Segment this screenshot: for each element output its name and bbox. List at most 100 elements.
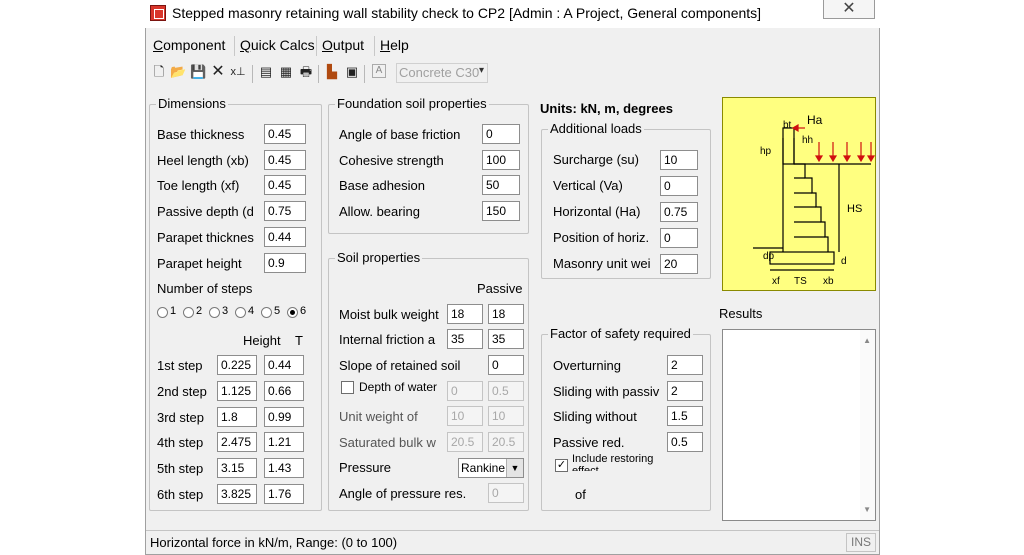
slope-retained-soil-input[interactable] <box>488 355 524 375</box>
internal-friction-passive-input[interactable] <box>488 329 524 349</box>
menu-component[interactable]: Component <box>153 37 225 53</box>
app-icon <box>150 5 166 21</box>
steps-radio-5[interactable] <box>261 307 272 318</box>
step-6-t-input[interactable] <box>264 484 304 504</box>
step-1-t-input[interactable] <box>264 355 304 375</box>
depth-of-water-passive-input[interactable] <box>488 381 524 401</box>
hh-label: hh <box>802 135 813 146</box>
internal-friction-input[interactable] <box>447 329 483 349</box>
results-scrollbar[interactable]: ▲ ▼ <box>860 330 875 520</box>
menu-output[interactable]: Output <box>322 37 364 53</box>
step-3-t-input[interactable] <box>264 407 304 427</box>
unit-weight-water-input[interactable] <box>447 406 483 426</box>
status-text: Horizontal force in kN/m, Range: (0 to 1… <box>150 535 398 550</box>
overturning-label: Overturning <box>553 358 621 373</box>
heel-length-input[interactable] <box>264 150 306 170</box>
toe-length-input[interactable] <box>264 175 306 195</box>
moist-bulk-weight-input[interactable] <box>447 304 483 324</box>
step-1-height-input[interactable] <box>217 355 257 375</box>
hs-label: HS <box>847 203 862 215</box>
unit-weight-water-passive-input[interactable] <box>488 406 524 426</box>
sliding-passive-input[interactable] <box>667 381 703 401</box>
step-2-height-input[interactable] <box>217 381 257 401</box>
units-label: Units: kN, m, degrees <box>540 101 673 116</box>
report-icon[interactable]: ▦ <box>278 64 294 80</box>
close-button[interactable]: ✕ <box>823 0 875 19</box>
pressure-label: Pressure <box>339 460 392 475</box>
steps-radio-6[interactable] <box>287 307 298 318</box>
base-adhesion-input[interactable] <box>482 175 520 195</box>
soil-properties-group: Soil properties Passive Moist bulk weigh… <box>328 250 529 511</box>
foundation-title: Foundation soil properties <box>335 96 489 111</box>
depth-of-water-checkbox[interactable] <box>341 381 354 394</box>
scroll-down-icon[interactable]: ▼ <box>863 505 871 514</box>
comment-icon[interactable]: ▣ <box>344 64 360 80</box>
pressure-select[interactable]: Rankine ▼ <box>458 458 524 478</box>
open-folder-icon[interactable]: 📂 <box>170 64 186 80</box>
step-5-t-input[interactable] <box>264 458 304 478</box>
new-file-icon[interactable]: 🗋 <box>151 64 167 80</box>
ts-label: TS <box>794 276 807 287</box>
step-3-label: 3rd step <box>157 410 204 425</box>
saturated-bulk-input[interactable] <box>447 432 483 452</box>
step-2-label: 2nd step <box>157 384 207 399</box>
surcharge-input[interactable] <box>660 150 698 170</box>
base-thickness-input[interactable] <box>264 124 306 144</box>
angle-pressure-input[interactable] <box>488 483 524 503</box>
vertical-load-label: Vertical (Va) <box>553 178 623 193</box>
horizontal-position-label: Position of horiz. <box>553 230 650 245</box>
sliding-without-input[interactable] <box>667 406 703 426</box>
save-icon[interactable]: 💾 <box>190 64 206 80</box>
step-2-t-input[interactable] <box>264 381 304 401</box>
print-icon[interactable]: 🖶 <box>298 64 314 80</box>
split-icon[interactable]: x⊥ <box>230 64 246 80</box>
menu-help[interactable]: Help <box>380 37 409 53</box>
parapet-thickness-input[interactable] <box>264 227 306 247</box>
vertical-load-input[interactable] <box>660 176 698 196</box>
dimensions-group: Dimensions Base thickness Heel length (x… <box>149 96 322 511</box>
material-select[interactable]: Concrete C30 ▾ <box>396 63 488 83</box>
text-icon[interactable]: A <box>372 64 386 78</box>
cohesive-strength-input[interactable] <box>482 150 520 170</box>
delete-icon[interactable]: ✕ <box>210 64 226 80</box>
step-5-height-input[interactable] <box>217 458 257 478</box>
results-box[interactable]: ▲ ▼ <box>722 329 876 521</box>
d-label: d <box>841 256 847 267</box>
passive-depth-input[interactable] <box>264 201 306 221</box>
step-6-height-input[interactable] <box>217 484 257 504</box>
overturning-input[interactable] <box>667 355 703 375</box>
chevron-down-icon: ▼ <box>506 459 523 477</box>
steps-radio-label: 1 <box>170 305 177 317</box>
steps-radio-2[interactable] <box>183 307 194 318</box>
ha-label: Ha <box>807 113 823 127</box>
steps-radio-3[interactable] <box>209 307 220 318</box>
passive-reduction-input[interactable] <box>667 432 703 452</box>
depth-of-water-input[interactable] <box>447 381 483 401</box>
horizontal-load-input[interactable] <box>660 202 698 222</box>
step-3-height-input[interactable] <box>217 407 257 427</box>
step-4-height-input[interactable] <box>217 432 257 452</box>
t-column-header: T <box>295 333 303 348</box>
scroll-up-icon[interactable]: ▲ <box>863 336 871 345</box>
parapet-height-input[interactable] <box>264 253 306 273</box>
moist-bulk-weight-passive-input[interactable] <box>488 304 524 324</box>
menu-quick-calcs[interactable]: Quick Calcs <box>240 37 315 53</box>
cohesive-strength-label: Cohesive strength <box>339 153 444 168</box>
steps-radio-4[interactable] <box>235 307 246 318</box>
horizontal-position-input[interactable] <box>660 228 698 248</box>
saturated-bulk-passive-input[interactable] <box>488 432 524 452</box>
wall-steps-shape <box>782 138 829 252</box>
allow-bearing-input[interactable] <box>482 201 520 221</box>
sliding-without-label: Sliding without <box>553 409 637 424</box>
tool-icon[interactable]: ▙ <box>324 64 340 80</box>
passive-depth-label: Passive depth (d <box>157 204 254 219</box>
restoring-effect-checkbox[interactable]: ✓ <box>555 459 568 472</box>
parapet-shape <box>782 127 795 165</box>
masonry-unit-weight-input[interactable] <box>660 254 698 274</box>
base-friction-input[interactable] <box>482 124 520 144</box>
main-window: Stepped masonry retaining wall stability… <box>145 0 880 555</box>
internal-friction-label: Internal friction a <box>339 332 436 347</box>
steps-radio-1[interactable] <box>157 307 168 318</box>
preview-icon[interactable]: ▤ <box>258 64 274 80</box>
step-4-t-input[interactable] <box>264 432 304 452</box>
